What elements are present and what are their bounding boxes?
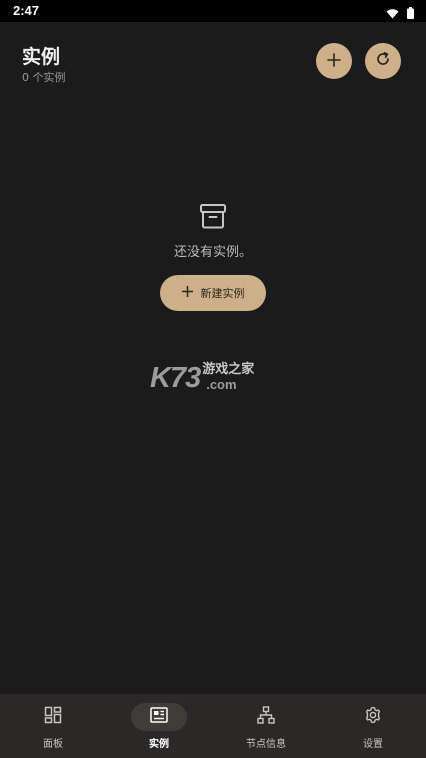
add-instance-button[interactable] [316,43,352,79]
nav-item-dashboard[interactable]: 面板 [0,694,106,758]
battery-icon [407,4,414,23]
instances-icon [150,706,168,728]
new-instance-button[interactable]: 新建实例 [160,275,266,311]
instance-count: 0 个实例 [22,71,66,84]
new-instance-label: 新建实例 [200,287,245,300]
nav-label-instances: 实例 [149,739,169,750]
watermark-logo: K73 游戏之家 .com [150,362,254,394]
status-time: 2:47 [13,3,40,18]
plus-icon [327,52,341,71]
nav-item-node-info[interactable]: 节点信息 [213,694,319,758]
empty-state-message: 还没有实例。 [173,245,252,260]
status-bar: 2:47 [0,0,426,22]
app-screen: 2:47 实例 0 个实例 还没有实例。 新建实例 K73 游戏之家 .com … [0,0,426,758]
nav-item-settings[interactable]: 设置 [320,694,426,758]
refresh-icon [375,51,391,71]
status-icons [386,4,414,23]
watermark-domain: .com [206,377,237,392]
gear-icon [364,706,382,728]
watermark-cn-text: 游戏之家 [202,362,255,377]
page-title: 实例 [22,46,61,68]
nav-label-settings: 设置 [363,739,383,750]
nav-item-instances[interactable]: 实例 [106,694,212,758]
watermark-brand: K73 [150,362,201,394]
bottom-navigation: 面板 实例 节点信息 设置 [0,694,426,758]
node-tree-icon [257,706,275,728]
nav-label-node-info: 节点信息 [246,739,286,750]
dashboard-icon [44,706,62,728]
refresh-button[interactable] [365,43,401,79]
nav-label-dashboard: 面板 [43,739,63,750]
archive-icon [199,202,227,234]
wifi-icon [386,4,399,23]
plus-icon [181,285,193,300]
